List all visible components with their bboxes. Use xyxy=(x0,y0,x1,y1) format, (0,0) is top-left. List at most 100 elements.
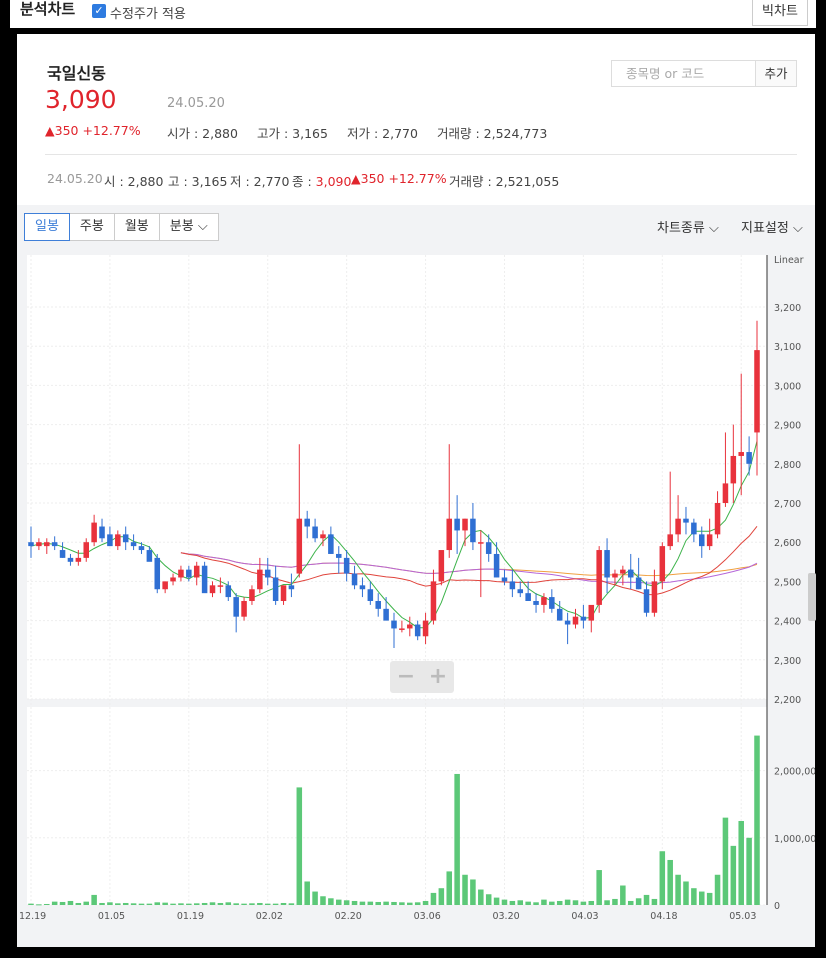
volume-bar xyxy=(343,900,350,905)
high-value: 3,165 xyxy=(292,126,328,141)
volume-bar xyxy=(525,901,531,905)
tab-minute[interactable]: 분봉 ⌵ xyxy=(158,213,219,241)
candle-body xyxy=(170,577,176,582)
stock-search-input[interactable]: 종목명 or 코드 xyxy=(611,60,756,87)
volume-bar xyxy=(754,735,760,905)
candlestick-chart[interactable]: 2,200 2,300 2,400 2,500 2,600 2,700 2,800 2,900… xyxy=(17,247,815,947)
volume-bar xyxy=(83,901,90,905)
price-tick-label: 3,000 xyxy=(774,381,801,392)
candle-body xyxy=(91,522,97,543)
zoom-controls: − + xyxy=(390,661,454,693)
volume-bar xyxy=(485,894,492,905)
volume-bar xyxy=(328,898,334,905)
summary-close: 종 : 3,090 xyxy=(292,171,351,190)
open-value: 2,880 xyxy=(202,126,238,141)
tab-monthly[interactable]: 월봉 xyxy=(113,213,160,241)
volume-bar xyxy=(264,903,271,905)
volume-bar xyxy=(28,903,34,905)
adjusted-price-checkbox[interactable]: ✓ xyxy=(92,4,106,18)
scale-label: Linear xyxy=(774,255,804,266)
open-price: 시가 : 2,880 xyxy=(167,123,238,142)
volume-bar xyxy=(170,903,176,905)
volume-bar xyxy=(446,871,453,905)
volume-bar xyxy=(367,901,374,905)
volume-bar xyxy=(422,900,429,905)
volume-bar xyxy=(564,899,571,905)
summary-volume: 거래량 : 2,521,055 xyxy=(449,171,559,190)
zoom-out-button[interactable]: − xyxy=(390,661,422,693)
tab-weekly[interactable]: 주봉 xyxy=(68,213,115,241)
candle-body xyxy=(201,565,208,594)
candle-body xyxy=(517,589,524,594)
candle-body xyxy=(186,569,192,578)
candle-body xyxy=(83,542,90,558)
candle-body xyxy=(493,553,500,578)
candle-body xyxy=(249,589,255,601)
candle-body xyxy=(470,518,476,543)
big-chart-button[interactable]: 빅차트 xyxy=(752,0,808,26)
volume-bar xyxy=(36,904,42,906)
high-price: 고가 : 3,165 xyxy=(257,123,328,142)
candle-body xyxy=(683,518,689,523)
candle-body xyxy=(698,534,705,547)
tab-daily[interactable]: 일봉 xyxy=(24,213,70,241)
scrollbar-handle[interactable] xyxy=(808,573,816,621)
volume-bar xyxy=(714,874,721,905)
x-tick-label: 03.06 xyxy=(414,911,441,922)
volume-bar xyxy=(470,879,476,905)
summary-date: 24.05.20 xyxy=(47,171,103,186)
candle-body xyxy=(335,553,342,558)
volume-bar xyxy=(75,902,82,905)
volume-bar xyxy=(304,881,310,905)
x-tick-label: 04.18 xyxy=(650,911,677,922)
candle-body xyxy=(580,616,587,621)
candle-body xyxy=(146,550,153,562)
volume-bar xyxy=(572,900,579,905)
candle-body xyxy=(107,534,113,547)
candle-body xyxy=(304,518,310,527)
zoom-in-button[interactable]: + xyxy=(422,661,454,693)
summary-close-label: 종 : xyxy=(292,174,316,189)
volume-bar xyxy=(659,851,666,905)
volume-bar xyxy=(359,901,366,905)
summary-open-value: 2,880 xyxy=(127,174,164,189)
volume-bar xyxy=(612,898,618,905)
candle-body xyxy=(178,569,184,578)
candle-body xyxy=(714,503,721,535)
candle-body xyxy=(509,581,516,590)
volume-bar xyxy=(627,900,634,905)
volume-bar xyxy=(193,903,200,905)
divider xyxy=(45,154,797,155)
x-tick-label: 04.03 xyxy=(571,911,598,922)
candle-body xyxy=(422,620,429,637)
candle-body xyxy=(454,518,460,531)
adjusted-price-label[interactable]: 수정주가 적용 xyxy=(110,3,186,22)
chart-type-menu[interactable]: 차트종류 ⌵ xyxy=(657,217,719,236)
chart-type-label: 차트종류 xyxy=(657,221,705,236)
x-tick-label: 01.05 xyxy=(98,911,125,922)
indicator-menu[interactable]: 지표설정 ⌵ xyxy=(741,217,803,236)
volume-tick-label: 1,000,000 xyxy=(774,834,815,845)
volume-bar xyxy=(383,901,389,905)
summary-low-value: 2,770 xyxy=(253,174,290,189)
candle-body xyxy=(122,534,129,543)
add-button[interactable]: 추가 xyxy=(755,60,797,87)
candle-body xyxy=(241,601,247,617)
candle-body xyxy=(28,542,34,547)
candle-body xyxy=(430,581,437,621)
candle-body xyxy=(59,550,66,558)
volume-bar xyxy=(643,894,650,905)
candle-body xyxy=(217,585,224,587)
candle-body xyxy=(391,620,397,629)
candle-body xyxy=(138,546,145,551)
candle-body xyxy=(596,550,602,605)
candle-body xyxy=(612,573,618,578)
candle-body xyxy=(643,589,650,613)
volume-bar xyxy=(99,902,105,905)
x-tick-label: 12.19 xyxy=(19,911,46,922)
volume-bar xyxy=(201,902,208,905)
volume-bar xyxy=(604,900,610,905)
top-bar: 분석차트 ✓ 수정주가 적용 빅차트 xyxy=(10,0,816,28)
candle-body xyxy=(675,518,681,535)
x-tick-label: 02.02 xyxy=(256,911,283,922)
